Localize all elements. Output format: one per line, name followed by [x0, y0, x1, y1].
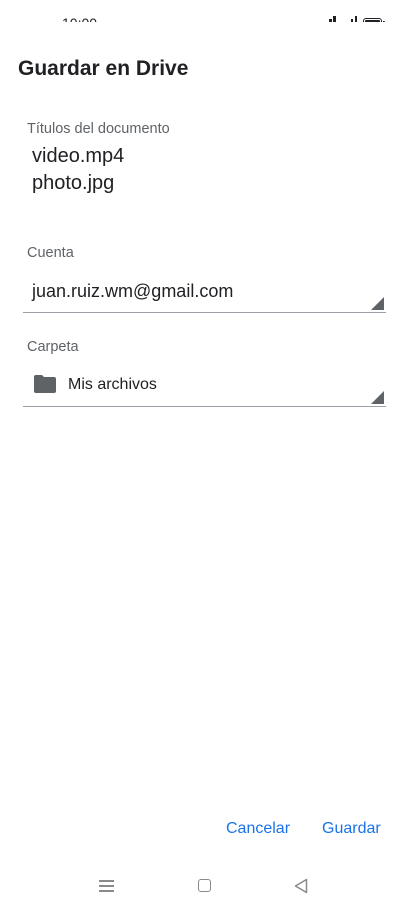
home-icon[interactable] [198, 879, 211, 892]
dropdown-arrow-icon [371, 297, 384, 310]
account-dropdown[interactable]: juan.ruiz.wm@gmail.com [23, 272, 386, 313]
account-value: juan.ruiz.wm@gmail.com [32, 281, 234, 301]
account-label: Cuenta [27, 245, 74, 261]
cancel-button[interactable]: Cancelar [226, 820, 290, 838]
folder-icon [34, 375, 56, 393]
dialog-title: Guardar en Drive [18, 57, 189, 80]
document-title-item[interactable]: video.mp4 [32, 145, 124, 168]
folder-label: Carpeta [27, 339, 79, 355]
save-button[interactable]: Guardar [322, 820, 381, 838]
back-icon[interactable] [294, 878, 308, 894]
folder-value: Mis archivos [68, 376, 157, 393]
dropdown-arrow-icon [371, 391, 384, 404]
navigation-bar [0, 866, 408, 906]
menu-icon[interactable] [99, 880, 114, 892]
folder-dropdown[interactable]: Mis archivos [23, 366, 386, 407]
document-title-item[interactable]: photo.jpg [32, 172, 114, 195]
documents-label: Títulos del documento [27, 121, 170, 137]
